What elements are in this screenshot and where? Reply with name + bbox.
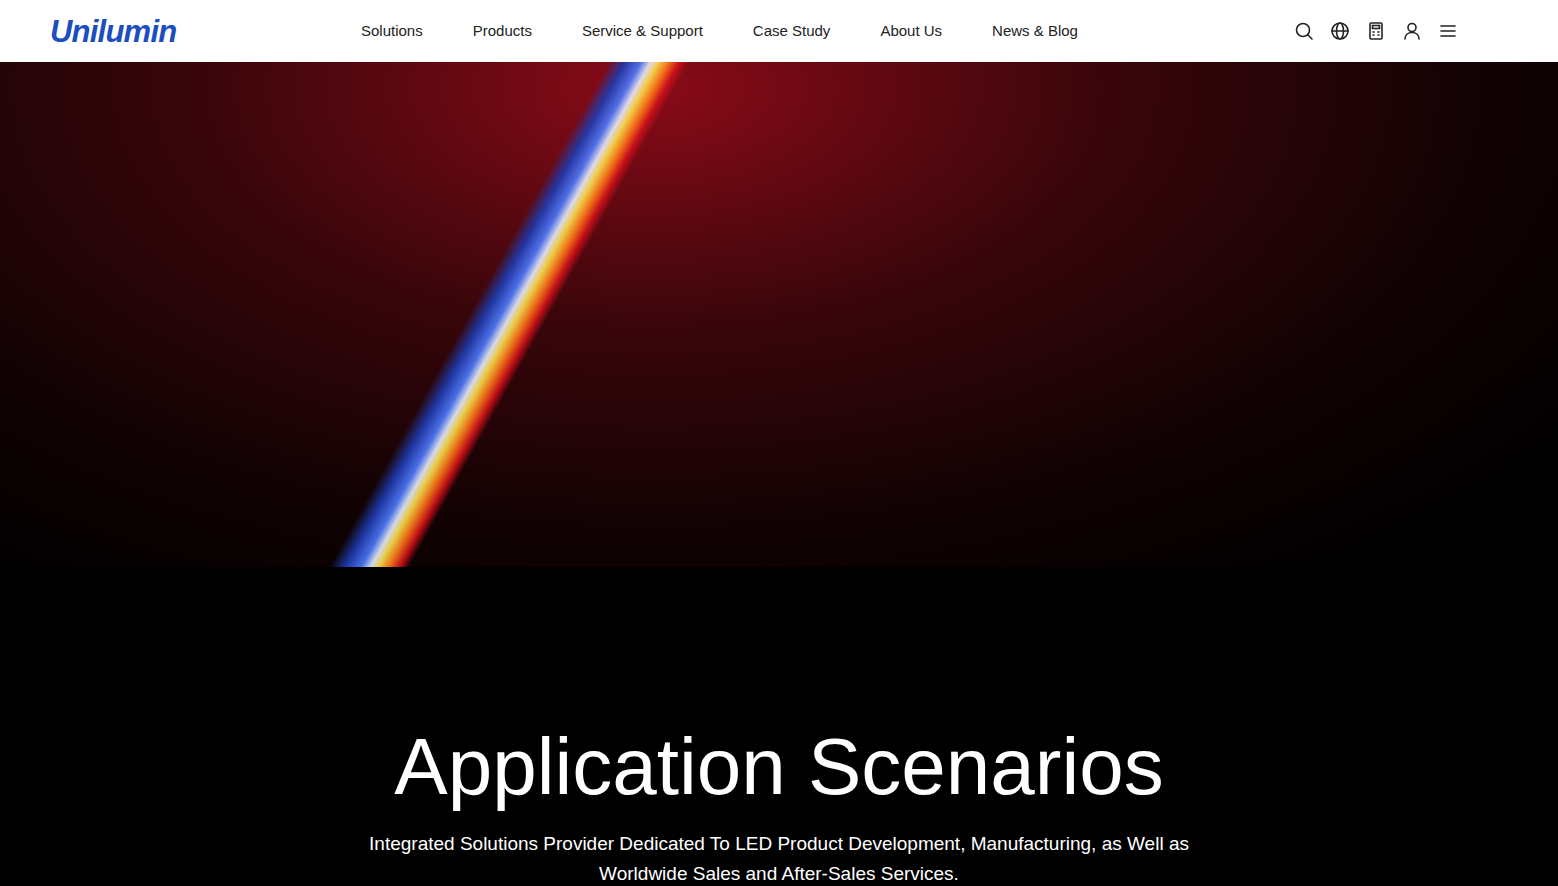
nav-item[interactable]: Products [473, 20, 532, 43]
section-title: Application Scenarios [394, 719, 1163, 815]
logo[interactable]: Unilumin [50, 16, 196, 47]
calculator-icon[interactable] [1366, 21, 1386, 41]
section-subtitle: Integrated Solutions Provider Dedicated … [329, 829, 1229, 886]
site-header: Unilumin Solutions Products Service & Suppo… [0, 0, 1558, 62]
nav-item[interactable]: About Us [880, 20, 942, 43]
hero-image [0, 62, 1558, 567]
nav-item[interactable]: Solutions [361, 20, 423, 43]
header-icons [1294, 21, 1458, 41]
menu-icon[interactable] [1438, 21, 1458, 41]
globe-icon[interactable] [1330, 21, 1350, 41]
light-beam [314, 62, 695, 567]
application-section: Application Scenarios Integrated Solution… [0, 567, 1558, 886]
nav-item[interactable]: Service & Support [582, 20, 703, 43]
search-icon[interactable] [1294, 21, 1314, 41]
user-icon[interactable] [1402, 21, 1422, 41]
nav-item[interactable]: Case Study [753, 20, 831, 43]
nav-item[interactable]: News & Blog [992, 20, 1078, 43]
main-nav: Solutions Products Service & Support Case S… [361, 20, 1078, 43]
